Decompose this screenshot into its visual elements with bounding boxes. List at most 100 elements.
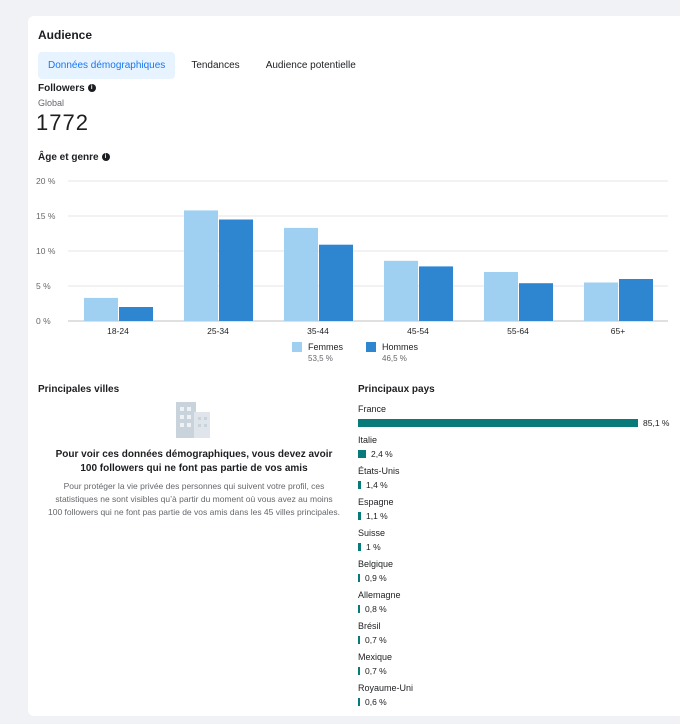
- country-bar-row: 1 %: [358, 541, 678, 553]
- tab-trends[interactable]: Tendances: [181, 52, 249, 79]
- country-bar-row: 0,9 %: [358, 572, 678, 584]
- country-value: 0,7 %: [365, 666, 387, 676]
- country-bar-row: 0,7 %: [358, 665, 678, 677]
- info-icon[interactable]: i: [87, 84, 96, 93]
- country-value: 1 %: [366, 542, 381, 552]
- followers-heading: Followers i: [38, 83, 96, 94]
- country-value: 85,1 %: [643, 418, 670, 428]
- bar-hommes-45-54[interactable]: [419, 266, 453, 321]
- age-gender-chart: 0 % 5 % 10 % 15 % 20 % 18-24 25-34 35-44 45-54 55…: [36, 176, 668, 336]
- country-bar-row: 0,6 %: [358, 696, 678, 708]
- bar-hommes-55-64[interactable]: [519, 283, 553, 321]
- bar-femmes-18-24[interactable]: [84, 297, 118, 321]
- building-icon: [176, 402, 210, 438]
- country-row: États-Unis 1,4 %: [358, 466, 678, 497]
- bar-femmes-45-54[interactable]: [384, 260, 418, 321]
- country-bar: [358, 698, 360, 706]
- age-gender-heading: Âge et genre i: [38, 152, 110, 163]
- country-bar: [358, 512, 361, 520]
- country-row: Brésil 0,7 %: [358, 621, 678, 652]
- x-tick-label: 18-24: [107, 326, 129, 336]
- audience-card: Audience Données démographiques Tendance…: [28, 16, 680, 716]
- country-value: 0,8 %: [365, 604, 387, 614]
- y-tick-label: 20 %: [36, 176, 56, 186]
- country-value: 2,4 %: [371, 449, 393, 459]
- scope-label: Global: [38, 98, 65, 108]
- legend-swatch-femmes: [292, 342, 302, 352]
- country-row: Italie 2,4 %: [358, 435, 678, 466]
- legend-item-hommes: Hommes 46,5 %: [366, 342, 418, 363]
- countries-title: Principaux pays: [358, 384, 435, 395]
- country-value: 1,1 %: [366, 511, 388, 521]
- country-value: 0,9 %: [365, 573, 387, 583]
- bar-hommes-65+[interactable]: [619, 279, 653, 321]
- country-row: France 85,1 %: [358, 404, 678, 435]
- country-row: Allemagne 0,8 %: [358, 590, 678, 621]
- country-bar-row: 1,1 %: [358, 510, 678, 522]
- tab-potential-audience[interactable]: Audience potentielle: [256, 52, 366, 79]
- country-row: Suisse 1 %: [358, 528, 678, 559]
- legend-swatch-hommes: [366, 342, 376, 352]
- country-name: Suisse: [358, 528, 386, 538]
- country-value: 0,7 %: [365, 635, 387, 645]
- followers-count: 1772: [36, 110, 89, 135]
- cities-title: Principales villes: [38, 384, 120, 395]
- country-name: Royaume-Uni: [358, 683, 414, 693]
- country-bar: [358, 450, 366, 458]
- country-bar: [358, 419, 638, 427]
- country-bar-row: 85,1 %: [358, 417, 678, 429]
- country-row: Espagne 1,1 %: [358, 497, 678, 528]
- country-row: Mexique 0,7 %: [358, 652, 678, 683]
- legend-pct-femmes: 53,5 %: [308, 354, 333, 363]
- y-tick-label: 10 %: [36, 246, 56, 256]
- bar-hommes-18-24[interactable]: [119, 307, 153, 321]
- country-bar: [358, 667, 360, 675]
- x-tick-label: 65+: [611, 326, 625, 336]
- followers-label: Followers: [38, 83, 85, 94]
- x-tick-label: 45-54: [407, 326, 429, 336]
- country-name: Brésil: [358, 621, 381, 631]
- country-name: Espagne: [358, 497, 394, 507]
- section-title: Audience: [38, 28, 93, 42]
- country-bar-row: 0,8 %: [358, 603, 678, 615]
- country-value: 1,4 %: [366, 480, 388, 490]
- country-bar: [358, 605, 360, 613]
- country-name: Mexique: [358, 652, 393, 662]
- bar-femmes-35-44[interactable]: [284, 227, 318, 321]
- x-tick-label: 35-44: [307, 326, 329, 336]
- country-bar-row: 1,4 %: [358, 479, 678, 491]
- cities-locked-explanation: Pour protéger la vie privée des personne…: [48, 481, 340, 517]
- country-name: États-Unis: [358, 466, 400, 476]
- country-bar-row: 0,7 %: [358, 634, 678, 646]
- legend-pct-hommes: 46,5 %: [382, 354, 407, 363]
- x-tick-label: 25-34: [207, 326, 229, 336]
- cities-locked-headline: Pour voir ces données démographiques, vo…: [55, 449, 333, 474]
- country-value: 0,6 %: [365, 697, 387, 707]
- y-tick-label: 5 %: [36, 281, 51, 291]
- bar-femmes-55-64[interactable]: [484, 272, 518, 321]
- country-bar-row: 2,4 %: [358, 448, 678, 460]
- country-row: Royaume-Uni 0,6 %: [358, 683, 678, 714]
- y-tick-label: 0 %: [36, 316, 51, 326]
- country-name: France: [358, 404, 387, 414]
- info-icon[interactable]: i: [101, 153, 110, 162]
- country-name: Belgique: [358, 559, 394, 569]
- age-gender-title: Âge et genre: [38, 152, 99, 163]
- legend-item-femmes: Femmes 53,5 %: [292, 342, 343, 363]
- legend-label-hommes: Hommes: [382, 342, 419, 352]
- bar-hommes-35-44[interactable]: [319, 244, 353, 321]
- country-name: Allemagne: [358, 590, 401, 600]
- bar-femmes-25-34[interactable]: [184, 210, 218, 321]
- tab-demographics[interactable]: Données démographiques: [38, 52, 176, 79]
- x-tick-label: 55-64: [507, 326, 529, 336]
- y-tick-label: 15 %: [36, 211, 56, 221]
- tab-bar: Données démographiques Tendances Audienc…: [38, 52, 366, 79]
- country-name: Italie: [358, 435, 378, 445]
- bar-hommes-25-34[interactable]: [219, 219, 253, 322]
- bar-femmes-65+[interactable]: [584, 282, 618, 322]
- country-row: Belgique 0,9 %: [358, 559, 678, 590]
- country-bar: [358, 543, 361, 551]
- country-bar: [358, 636, 360, 644]
- country-bar: [358, 481, 361, 489]
- legend-label-femmes: Femmes: [308, 342, 344, 352]
